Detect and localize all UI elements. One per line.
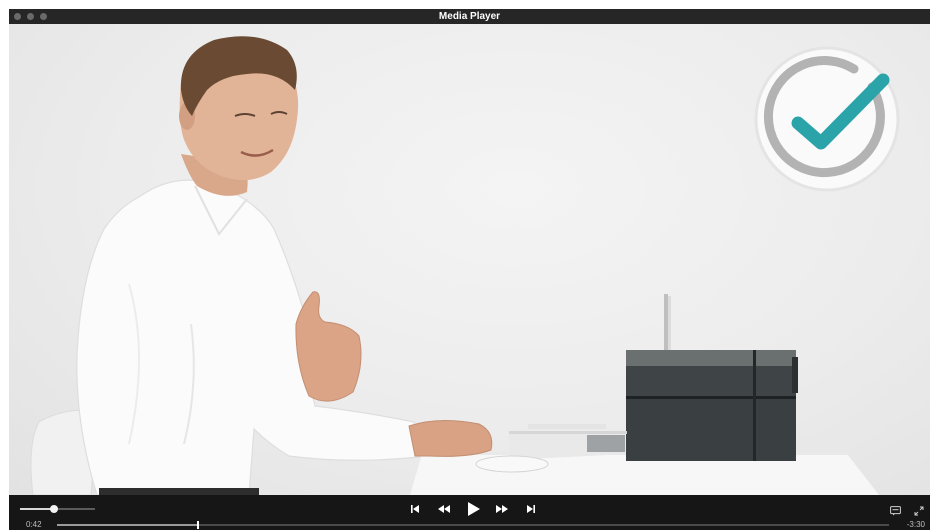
subtitles-button[interactable]	[888, 503, 902, 519]
skip-next-icon	[527, 505, 535, 513]
seek-bar-fill	[57, 524, 199, 526]
video-frame[interactable]	[9, 24, 930, 495]
volume-slider[interactable]	[20, 505, 95, 513]
mouse	[475, 455, 549, 473]
volume-slider-knob[interactable]	[49, 505, 58, 513]
window-title: Media Player	[438, 11, 501, 22]
seek-bar[interactable]	[57, 521, 889, 529]
remaining-time: -3:30	[906, 520, 925, 529]
subtitles-icon	[889, 506, 901, 516]
laptop	[509, 424, 627, 460]
fullscreen-button[interactable]	[912, 503, 926, 519]
person	[76, 36, 493, 495]
checkmark-badge-icon	[754, 46, 900, 192]
rewind-icon	[438, 505, 450, 513]
skip-next-button[interactable]	[525, 501, 537, 517]
title-bar: Media Player	[9, 9, 930, 24]
rewind-button[interactable]	[435, 501, 453, 517]
fast-forward-icon	[496, 505, 508, 513]
skip-previous-icon	[411, 505, 419, 513]
play-button[interactable]	[465, 501, 483, 517]
volume-slider-fill	[20, 508, 54, 510]
media-player-window: Media Player 0:42 -3:30	[9, 9, 930, 530]
video-scene	[30, 36, 900, 495]
fast-forward-button[interactable]	[493, 501, 511, 517]
playback-controls: 0:42 -3:30	[9, 495, 930, 530]
skip-previous-button[interactable]	[409, 501, 421, 517]
current-time: 0:42	[26, 520, 42, 529]
printer	[626, 294, 798, 461]
seek-bar-playhead[interactable]	[197, 521, 200, 529]
play-icon	[468, 502, 480, 516]
fullscreen-icon	[914, 506, 924, 516]
